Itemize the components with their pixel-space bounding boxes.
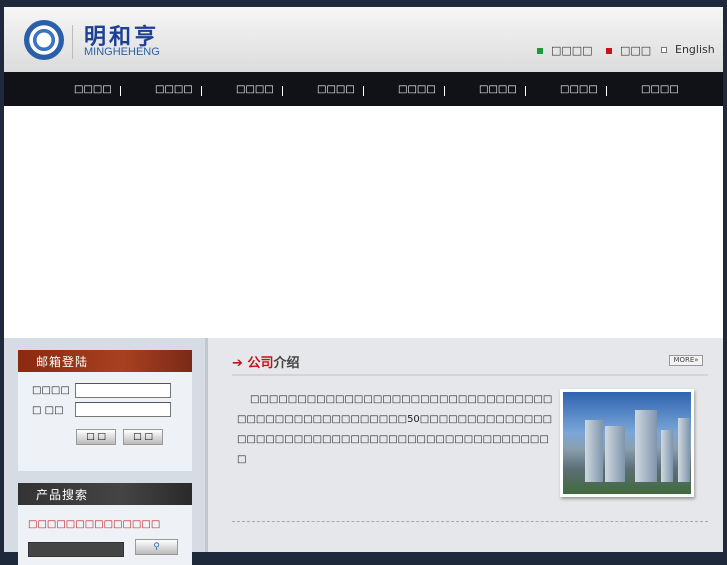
nav-item[interactable]: □□□□ — [398, 84, 479, 96]
search-icon: ⚲ — [153, 542, 160, 552]
brand-name-en: MINGHEHENG — [84, 46, 160, 58]
more-button[interactable]: MORE» — [669, 355, 703, 366]
username-label: □□□□ — [32, 385, 70, 396]
page: 明和亨 MINGHEHENG □□□□ □□□ English □□□□ □□□… — [4, 7, 723, 565]
lang-label: □□□ — [620, 44, 652, 57]
search-title: 产品搜索 — [18, 483, 192, 505]
search-box: □□□□□□□□□□□□□□ ⚲ — [18, 505, 192, 565]
intro-text: □□□□□□□□□□□□□□□□□□□□□□□□□□□□□□□□□□□□□□□□… — [237, 394, 553, 465]
search-hint: □□□□□□□□□□□□□□ — [28, 519, 161, 530]
title-red: 公司 — [247, 356, 274, 371]
username-input[interactable] — [75, 383, 171, 398]
nav-item[interactable]: □□□□ — [155, 84, 236, 96]
logo-icon[interactable] — [24, 20, 64, 60]
lang-label: English — [675, 43, 715, 56]
login-box: □□□□ □ □□ □ □ □ □ — [18, 372, 192, 471]
banner — [4, 106, 723, 338]
divider — [232, 374, 708, 376]
nav-item[interactable]: □□□□ — [479, 84, 560, 96]
password-input[interactable] — [75, 402, 171, 417]
square-icon — [661, 46, 667, 53]
green-square-icon — [537, 47, 543, 54]
nav-item[interactable]: □□□□ — [641, 84, 722, 95]
search-input[interactable] — [28, 542, 124, 557]
nav-item[interactable]: □□□□ — [317, 84, 398, 96]
dashed-divider — [232, 521, 708, 522]
login-button[interactable]: □ □ — [76, 429, 116, 445]
password-label: □ □□ — [32, 405, 64, 416]
header: 明和亨 MINGHEHENG □□□□ □□□ English — [4, 7, 723, 72]
red-square-icon — [606, 47, 612, 54]
search-button[interactable]: ⚲ — [135, 539, 178, 555]
title-dark: 介绍 — [273, 356, 300, 371]
divider — [72, 25, 73, 59]
lang-link-english[interactable]: English — [661, 43, 715, 56]
section-title: ➔ 公司介绍 — [232, 352, 299, 371]
nav-item[interactable]: □□□□ — [236, 84, 317, 96]
lang-link-1[interactable]: □□□□ — [537, 44, 593, 57]
building-photo[interactable] — [560, 389, 694, 497]
nav-item[interactable]: □□□□ — [560, 84, 641, 96]
arrow-icon: ➔ — [232, 356, 243, 371]
left-sidebar: 邮箱登陆 □□□□ □ □□ □ □ □ □ 产品搜索 □□□□□□□□□□□□… — [4, 338, 208, 565]
lang-link-2[interactable]: □□□ — [606, 44, 651, 57]
login-title: 邮箱登陆 — [18, 350, 192, 372]
main-nav: □□□□ □□□□ □□□□ □□□□ □□□□ □□□□ □□□□ □□□□ — [4, 72, 723, 106]
lang-label: □□□□ — [551, 44, 593, 57]
nav-item[interactable]: □□□□ — [74, 84, 155, 96]
reset-button[interactable]: □ □ — [123, 429, 163, 445]
